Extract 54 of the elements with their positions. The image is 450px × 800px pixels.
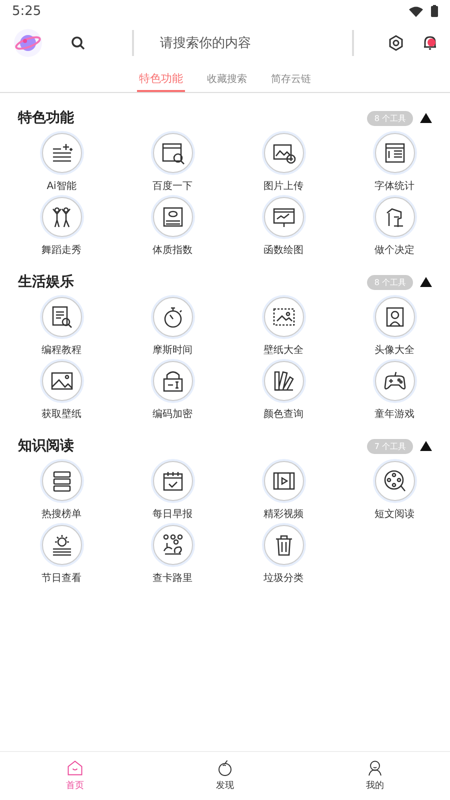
color-swatch-icon [272, 369, 296, 393]
section-title: 知识阅读 [18, 437, 75, 455]
tool-button[interactable]: 头像大全 [339, 297, 450, 357]
tool-button[interactable]: 壁纸大全 [228, 297, 339, 357]
tool-button[interactable]: 颜色查询 [228, 361, 339, 421]
apple-icon [216, 758, 234, 776]
document-window-icon [382, 141, 406, 165]
scale-icon [160, 205, 184, 229]
calendar-check-icon [160, 469, 184, 493]
tool-button[interactable]: 热搜榜单 [6, 461, 117, 521]
tool-button[interactable]: 百度一下 [117, 133, 228, 193]
tool-button[interactable]: 舞蹈走秀 [6, 197, 117, 257]
tool-button[interactable]: 每日早报 [117, 461, 228, 521]
wifi-icon [409, 6, 423, 16]
tool-button[interactable]: 编码加密 [117, 361, 228, 421]
film-reel-icon [382, 469, 406, 493]
battery-icon [431, 5, 438, 17]
browser-search-icon [160, 141, 184, 165]
tool-button[interactable]: 短文阅读 [339, 461, 450, 521]
nav-tab[interactable]: 发现 [185, 758, 265, 792]
person-icon [366, 758, 384, 776]
nav-tab[interactable]: 我的 [335, 758, 415, 792]
bell-icon[interactable] [422, 35, 438, 51]
planet-logo [15, 32, 41, 54]
tab[interactable]: 收藏搜索 [205, 72, 249, 92]
tool-button[interactable]: 函数绘图 [228, 197, 339, 257]
settings-icon[interactable] [388, 35, 404, 51]
tool-button[interactable]: 童年游戏 [339, 361, 450, 421]
dancers-icon [50, 205, 74, 229]
tool-button[interactable]: 字体统计 [339, 133, 450, 193]
status-time: 5:25 [12, 4, 42, 18]
tool-button[interactable]: 体质指数 [117, 197, 228, 257]
tool-button[interactable]: 获取壁纸 [6, 361, 117, 421]
search-icon[interactable] [71, 36, 85, 50]
section-title: 生活娱乐 [18, 273, 75, 291]
tab[interactable]: 简存云链 [269, 72, 313, 92]
search-field[interactable]: 请搜索你的内容 [158, 34, 328, 52]
tool-button[interactable]: 节日查看 [6, 525, 117, 585]
tool-button[interactable]: 查卡路里 [117, 525, 228, 585]
house-icon [66, 758, 84, 776]
tool-button[interactable]: 编程教程 [6, 297, 117, 357]
tool-button[interactable]: 图片上传 [228, 133, 339, 193]
collapse-arrow-icon[interactable] [420, 441, 432, 451]
padlock-icon [160, 369, 184, 393]
collapse-arrow-icon[interactable] [420, 113, 432, 123]
collapse-arrow-icon[interactable] [420, 277, 432, 287]
tool-button[interactable]: 垃圾分类 [228, 525, 339, 585]
tool-button[interactable]: Ai智能 [6, 133, 117, 193]
document-search-icon [50, 305, 74, 329]
tool-button[interactable]: 做个决定 [339, 197, 450, 257]
section-title: 特色功能 [18, 109, 75, 127]
tool-button[interactable]: 摩斯时间 [117, 297, 228, 357]
tool-button[interactable]: 精彩视频 [228, 461, 339, 521]
nav-tab[interactable]: 首页 [35, 758, 115, 792]
